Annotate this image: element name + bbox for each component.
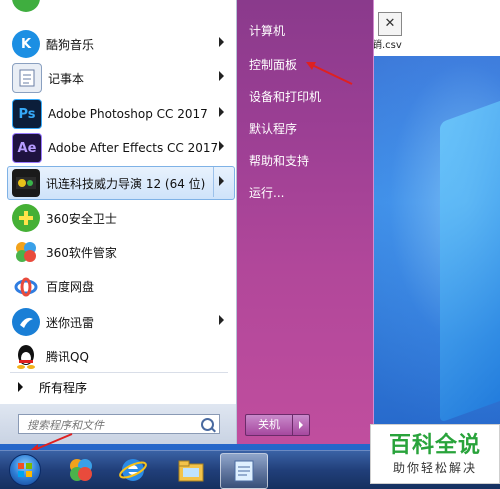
program-label: 迷你迅雷: [46, 315, 95, 330]
program-item-notepad[interactable]: 记事本: [8, 62, 234, 94]
after-effects-icon: Ae: [12, 133, 42, 163]
program-item-qq[interactable]: 腾讯QQ: [8, 340, 234, 372]
qq-penguin-icon: [12, 342, 40, 370]
program-label: 腾讯QQ: [46, 349, 89, 364]
search-icon[interactable]: [201, 418, 214, 431]
kugou-music-icon: K: [12, 30, 40, 58]
program-item-360-security[interactable]: 360安全卫士: [8, 202, 234, 234]
mini-thunder-icon: [12, 308, 40, 336]
photoshop-icon: Ps: [12, 99, 42, 129]
taskbar-file-explorer[interactable]: [168, 453, 214, 487]
right-item-computer[interactable]: 计算机: [249, 22, 285, 39]
close-icon[interactable]: ✕: [378, 12, 402, 36]
program-item-partial[interactable]: [8, 0, 234, 14]
360-browser-icon: [70, 459, 92, 481]
taskbar-notepad-app[interactable]: [220, 453, 268, 489]
start-menu-programs-pane: K 酷狗音乐 记事本 Ps Adobe Photoshop CC 2017 Ae…: [0, 0, 237, 444]
ie-browser-icon: [119, 459, 147, 481]
all-programs-button[interactable]: 所有程序: [8, 376, 228, 398]
submenu-arrow-icon: [219, 315, 224, 325]
shutdown-button[interactable]: 关机: [245, 414, 293, 436]
program-label: Adobe Photoshop CC 2017: [48, 107, 208, 121]
360-security-icon: [12, 204, 40, 232]
submenu-arrow-icon: [219, 37, 224, 47]
program-label: 酷狗音乐: [46, 37, 95, 52]
program-item-photoshop[interactable]: Ps Adobe Photoshop CC 2017: [8, 98, 234, 130]
program-label: 讯连科技威力导演 12 (64 位): [46, 176, 206, 191]
windows-start-orb-icon: [9, 454, 41, 486]
submenu-arrow-icon: [219, 176, 224, 186]
partial-app-icon: [12, 0, 40, 12]
start-button[interactable]: [2, 453, 48, 487]
program-label: 360安全卫士: [46, 211, 117, 226]
program-label: 360软件管家: [46, 245, 117, 260]
program-label: 百度网盘: [46, 279, 95, 294]
watermark-logo: 百科全说 助你轻松解决: [370, 424, 500, 484]
program-item-kugou[interactable]: K 酷狗音乐: [8, 28, 234, 60]
right-item-run[interactable]: 运行...: [249, 184, 284, 201]
right-item-default-programs[interactable]: 默认程序: [249, 120, 297, 137]
windows-logo-wallpaper: [440, 97, 500, 423]
powerdirector-icon: [12, 169, 40, 197]
baidu-netdisk-icon: [12, 272, 40, 300]
program-item-after-effects[interactable]: Ae Adobe After Effects CC 2017: [8, 132, 234, 164]
shutdown-options-button[interactable]: [293, 414, 310, 436]
all-programs-arrow-icon: [18, 382, 23, 392]
right-item-help-and-support[interactable]: 帮助和支持: [249, 152, 309, 169]
program-item-baidu-netdisk[interactable]: 百度网盘: [8, 270, 234, 302]
program-item-360-software[interactable]: 360软件管家: [8, 236, 234, 268]
annotation-arrow-control-panel: [306, 62, 353, 85]
menu-separator: [10, 372, 228, 373]
taskbar-ie-browser[interactable]: [110, 453, 156, 487]
notepad-app-icon: [234, 460, 254, 482]
submenu-arrow-icon: [219, 141, 224, 151]
program-label: Adobe After Effects CC 2017: [48, 141, 219, 155]
window-file-label: 销.csv: [372, 40, 402, 51]
submenu-arrow-icon: [219, 107, 224, 117]
watermark-title: 百科全说: [388, 433, 481, 458]
notepad-icon: [12, 63, 42, 93]
360-software-manager-icon: [12, 238, 40, 266]
program-item-powerdirector[interactable]: 讯连科技威力导演 12 (64 位): [7, 166, 235, 200]
background-window[interactable]: ✕ 销.csv: [368, 0, 500, 56]
program-item-mini-thunder[interactable]: 迷你迅雷: [8, 306, 234, 338]
submenu-arrow-icon: [219, 71, 224, 81]
file-explorer-icon: [178, 460, 204, 482]
right-item-control-panel[interactable]: 控制面板: [249, 56, 297, 73]
all-programs-label: 所有程序: [39, 380, 88, 395]
taskbar-360-browser[interactable]: [58, 453, 104, 487]
right-item-devices-and-printers[interactable]: 设备和打印机: [249, 88, 321, 105]
program-label: 记事本: [48, 71, 85, 86]
watermark-subtitle: 助你轻松解决: [392, 461, 477, 475]
